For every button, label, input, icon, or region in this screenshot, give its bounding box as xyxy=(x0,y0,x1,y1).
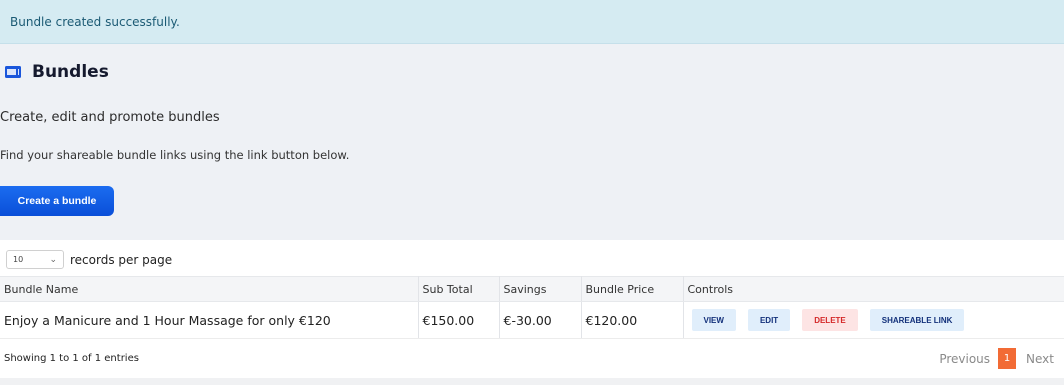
chevron-down-icon: ⌄ xyxy=(49,254,57,265)
bundle-name-cell: Enjoy a Manicure and 1 Hour Massage for … xyxy=(0,301,419,339)
title-row: Bundles xyxy=(4,62,109,82)
controls-group: VIEW EDIT DELETE SHAREABLE LINK xyxy=(688,309,1064,331)
pagination: Previous 1 Next xyxy=(939,348,1054,369)
delete-button[interactable]: DELETE xyxy=(802,309,858,331)
sub-total-cell: €150.00 xyxy=(418,301,500,339)
savings-cell: €-30.00 xyxy=(499,301,582,339)
column-header-controls: Controls xyxy=(683,276,1064,302)
bundle-price-cell: €120.00 xyxy=(581,301,684,339)
controls-cell: VIEW EDIT DELETE SHAREABLE LINK xyxy=(683,301,1064,339)
table-header-row: Bundle Name Sub Total Savings Bundle Pri… xyxy=(0,276,1064,302)
records-per-page-label: records per page xyxy=(70,252,173,267)
column-header-bundle-name[interactable]: Bundle Name xyxy=(0,276,419,302)
next-page-button[interactable]: Next xyxy=(1026,352,1054,366)
success-alert: Bundle created successfully. xyxy=(0,0,1064,44)
ticket-icon xyxy=(5,66,21,78)
table-row: Enjoy a Manicure and 1 Hour Massage for … xyxy=(0,301,1064,339)
column-header-bundle-price[interactable]: Bundle Price xyxy=(581,276,684,302)
page-1-button[interactable]: 1 xyxy=(998,348,1017,369)
column-header-sub-total[interactable]: Sub Total xyxy=(418,276,500,302)
footer-divider xyxy=(0,378,1064,385)
page-header: Bundles Create, edit and promote bundles… xyxy=(0,44,1064,240)
records-per-page-value: 10 xyxy=(13,255,24,264)
view-button[interactable]: VIEW xyxy=(691,309,736,331)
bundles-table: Bundle Name Sub Total Savings Bundle Pri… xyxy=(0,276,1064,339)
previous-page-button[interactable]: Previous xyxy=(939,352,990,366)
page-subtitle: Create, edit and promote bundles xyxy=(0,110,220,125)
alert-message: Bundle created successfully. xyxy=(10,14,180,29)
page-hint: Find your shareable bundle links using t… xyxy=(0,148,350,162)
table-info: Showing 1 to 1 of 1 entries xyxy=(4,353,139,364)
records-per-page: 10 ⌄ records per page xyxy=(6,250,172,269)
column-header-savings[interactable]: Savings xyxy=(499,276,582,302)
edit-button[interactable]: EDIT xyxy=(747,309,791,331)
shareable-link-button[interactable]: SHAREABLE LINK xyxy=(869,309,965,331)
records-per-page-select[interactable]: 10 ⌄ xyxy=(6,250,64,269)
page-title: Bundles xyxy=(32,62,109,82)
create-bundle-button[interactable]: Create a bundle xyxy=(0,186,114,216)
